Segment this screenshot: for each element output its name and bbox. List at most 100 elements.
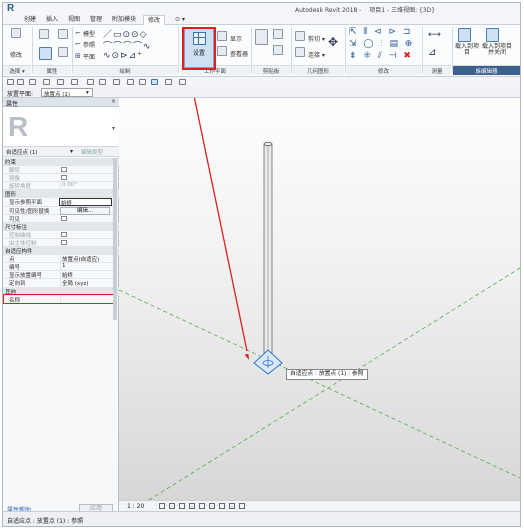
undo-icon[interactable] <box>43 79 50 85</box>
detail-level-icon[interactable] <box>159 503 165 509</box>
property-edit-field[interactable]: 始终 <box>59 198 112 207</box>
app-logo[interactable]: R <box>7 3 14 14</box>
tab-view[interactable]: 视图 <box>65 15 83 25</box>
family-category-icon[interactable] <box>58 47 68 57</box>
3d-view-icon[interactable] <box>127 79 134 85</box>
join-geometry-button[interactable]: 连接 ▾ <box>308 50 325 59</box>
properties-icon[interactable] <box>39 29 49 39</box>
select-group[interactable]: 选择 ▾ <box>3 65 31 75</box>
properties-scrollbar[interactable] <box>113 158 117 320</box>
paste-icon[interactable] <box>255 29 268 45</box>
print-icon[interactable] <box>71 79 78 85</box>
close-windows-icon[interactable] <box>165 79 172 85</box>
tab-insert[interactable]: 插入 <box>43 15 61 25</box>
sun-path-icon[interactable] <box>179 503 185 509</box>
type-selector[interactable]: R ▾ <box>3 107 119 147</box>
load-and-close-button[interactable]: 载入到项目并关闭 <box>480 44 514 56</box>
property-name: 控制曲线 <box>9 232 32 239</box>
instance-filter-select[interactable]: 自适应点 (1) ▾ <box>5 148 75 156</box>
pointer-icon[interactable] <box>11 28 21 38</box>
property-checkbox[interactable] <box>61 215 67 221</box>
cut-icon[interactable] <box>273 29 283 39</box>
load-and-close-icon[interactable] <box>486 28 499 42</box>
property-row: 翻转 <box>3 166 119 175</box>
dimension-icon[interactable]: ⊿ <box>428 47 436 58</box>
tab-modify[interactable]: 修改 <box>143 15 165 25</box>
property-value[interactable]: 1 <box>60 263 112 272</box>
placement-plane-select[interactable]: 放置点 (1) ▾ <box>41 88 93 98</box>
thin-lines-icon[interactable] <box>151 79 158 85</box>
property-value[interactable]: 全局 (xyz) <box>60 279 112 288</box>
geometry-group: 几何图形 <box>292 65 344 75</box>
modify-tools-row2[interactable]: ⇲ ◯ ⫶ ▤ ⊕ <box>349 39 414 49</box>
visual-style-icon[interactable] <box>169 503 175 509</box>
move-icon[interactable]: ✥ <box>328 35 338 49</box>
save-icon[interactable] <box>17 79 24 85</box>
property-value[interactable]: 始终 <box>60 271 112 280</box>
property-category[interactable]: 图形⌃ <box>3 190 119 199</box>
lock-view-icon[interactable] <box>229 503 235 509</box>
edit-visibility-button[interactable]: 编辑... <box>60 206 110 215</box>
show-button[interactable]: 显示 <box>230 34 242 43</box>
switch-windows-icon[interactable] <box>179 79 186 85</box>
crop-view-icon[interactable] <box>209 503 215 509</box>
family-types-icon[interactable] <box>58 29 68 39</box>
modify-tools-row3[interactable]: ⇟ ⁜ ⫽ ⊣ ✖ <box>349 51 413 61</box>
close-icon[interactable]: × <box>111 98 116 105</box>
copy-icon[interactable] <box>273 45 283 55</box>
properties-group: 属性 <box>33 65 71 75</box>
options-bar: 放置平面: 放置点 (1) ▾ <box>3 87 520 98</box>
ribbon-tabs: 创建 插入 视图 管理 附加模块 修改 ⊙ ▾ <box>3 14 520 25</box>
open-icon[interactable] <box>7 79 14 85</box>
property-name: 旋转角度 <box>9 184 32 191</box>
load-into-project-icon[interactable] <box>458 28 471 42</box>
property-value: 0.00° <box>60 182 112 191</box>
tab-create[interactable]: 创建 <box>21 15 39 25</box>
viewer-button[interactable]: 查看器 <box>230 49 248 58</box>
property-category[interactable]: 自适应构件⌃ <box>3 247 119 256</box>
redo-icon[interactable] <box>57 79 64 85</box>
show-crop-icon[interactable] <box>219 503 225 509</box>
plane-icon[interactable]: ⊞ <box>75 52 81 60</box>
view-scale[interactable]: 1 : 20 <box>127 503 144 510</box>
modify-tools-row1[interactable]: ⇱ ⫴ ⊲ ⊳ ⊐ <box>349 27 412 37</box>
cut-geometry-icon[interactable] <box>295 31 305 41</box>
ref-line-icon[interactable]: ⌐ <box>75 40 81 48</box>
tab-manage[interactable]: 管理 <box>87 15 105 25</box>
load-into-project-button[interactable]: 载入到项目 <box>454 44 480 56</box>
hide-isolate-icon[interactable] <box>239 503 245 509</box>
measure-qat-icon[interactable] <box>87 79 94 85</box>
draw-shapes-row3[interactable]: ∿⊙⊳⊿⁺ <box>103 51 143 61</box>
cylinder-model[interactable] <box>263 142 273 364</box>
edit-type-button[interactable]: 编辑类型 <box>81 148 103 156</box>
join-geometry-icon[interactable] <box>295 47 305 57</box>
type-properties-icon[interactable] <box>39 47 52 60</box>
render-icon[interactable] <box>199 503 205 509</box>
property-category[interactable]: 约束⌃ <box>3 158 119 167</box>
tab-addins[interactable]: 附加模块 <box>109 15 139 25</box>
status-text: 自适应点 : 放置点 (1) : 参照 <box>7 518 84 525</box>
sync-icon[interactable] <box>29 79 36 85</box>
tab-options[interactable]: ⊙ ▾ <box>171 15 189 25</box>
viewer-icon[interactable] <box>217 46 227 56</box>
property-checkbox <box>61 167 67 173</box>
property-value[interactable]: 放置点(自适应) <box>60 255 112 264</box>
modify-group: 修改 <box>346 65 421 75</box>
draw-plane[interactable]: 平面 <box>83 52 95 61</box>
text-qat-icon[interactable] <box>113 79 120 85</box>
draw-model[interactable]: 模型 <box>83 29 95 38</box>
title-bar: R Autodesk Revit 2018 - 项目1 - 三维视图: {3D} <box>3 3 520 14</box>
draw-reference[interactable]: 参照 <box>83 40 95 49</box>
dimension-qat-icon[interactable] <box>99 79 106 85</box>
show-icon[interactable] <box>217 31 227 41</box>
3d-view-canvas[interactable]: 自适应点 : 放置点 (1) : 参照 <box>119 98 520 500</box>
properties-table: 约束⌃翻转镜像旋转角度0.00°图形⌃显示参照平面始终可见性/图形替换编辑...… <box>3 158 119 320</box>
line-icon[interactable]: ⌐ <box>75 29 81 37</box>
section-icon[interactable] <box>139 79 146 85</box>
measure-icon[interactable]: ⟷ <box>428 30 441 40</box>
cut-geometry-button[interactable]: 剪切 ▾ <box>308 34 325 43</box>
property-row: 控制曲线 <box>3 231 119 239</box>
property-category[interactable]: 尺寸标注⌃ <box>3 222 119 231</box>
shadows-icon[interactable] <box>189 503 195 509</box>
adaptive-point[interactable] <box>253 349 283 375</box>
